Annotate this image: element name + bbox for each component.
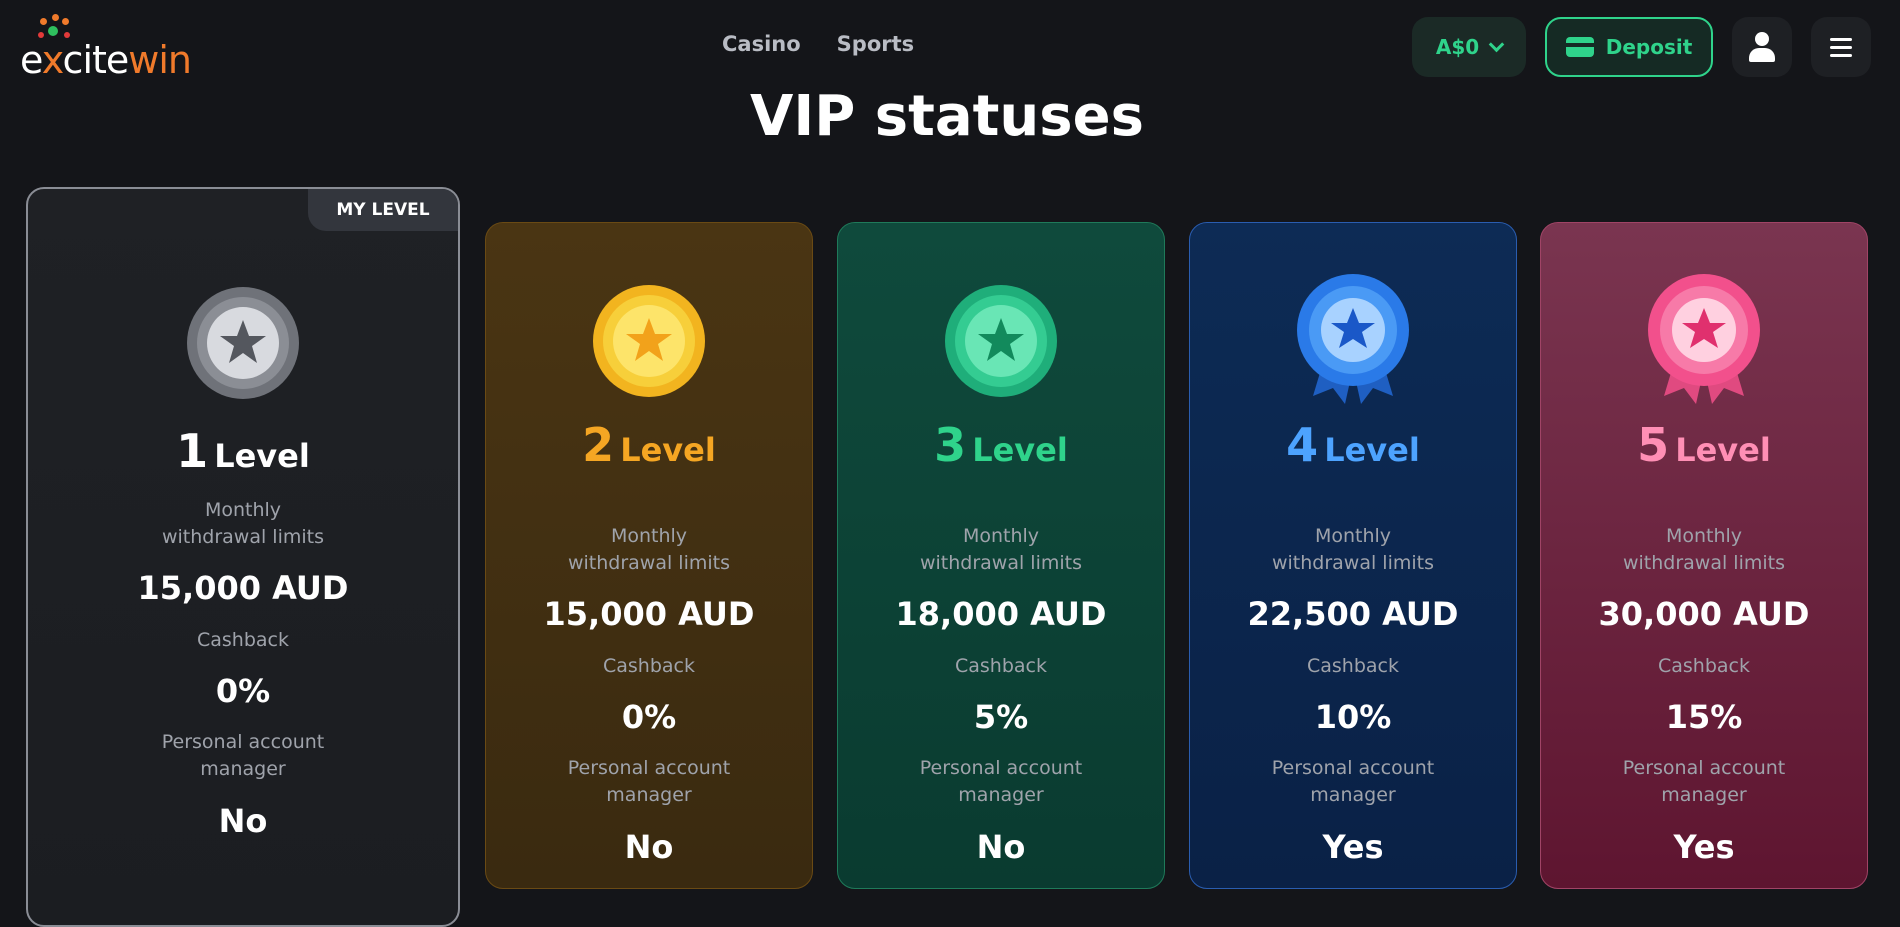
withdrawal-limits-value: 15,000 AUD — [543, 595, 755, 633]
hamburger-menu-button[interactable] — [1811, 17, 1871, 77]
balance-value: A$0 — [1435, 35, 1480, 59]
manager-value: Yes — [1673, 828, 1735, 866]
withdrawal-limits-label: Monthly withdrawal limits — [567, 525, 731, 574]
deposit-button[interactable]: Deposit — [1545, 17, 1713, 77]
my-level-badge: MY LEVEL — [308, 189, 458, 231]
cashback-label: Cashback — [1657, 655, 1750, 677]
blue-ribbon-medal-icon — [1297, 274, 1409, 404]
vip-level-card-1: MY LEVEL 1 Level Monthly withdrawal limit… — [26, 187, 460, 927]
cashback-value: 10% — [1314, 698, 1392, 736]
vip-level-card-4: 4 Level Monthly withdrawal limits 22,500 … — [1189, 222, 1517, 889]
cashback-value: 15% — [1665, 698, 1743, 736]
page-title: VIP statuses — [750, 84, 1144, 149]
manager-value: No — [976, 828, 1026, 866]
green-star-medal-icon — [945, 285, 1057, 397]
manager-label: Personal account manager — [919, 757, 1083, 806]
gold-star-medal-icon — [593, 285, 705, 397]
pink-ribbon-medal-icon — [1648, 274, 1760, 404]
level-title: 4 Level — [1286, 418, 1420, 472]
deposit-label: Deposit — [1605, 35, 1693, 59]
manager-label: Personal account manager — [161, 731, 325, 780]
withdrawal-limits-label: Monthly withdrawal limits — [161, 499, 325, 548]
level-title: 1 Level — [176, 424, 310, 478]
chevron-down-icon — [1488, 36, 1505, 52]
vip-level-card-5: 5 Level Monthly withdrawal limits 30,000 … — [1540, 222, 1868, 889]
main-nav: Casino Sports — [722, 32, 914, 56]
manager-label: Personal account manager — [1622, 757, 1786, 806]
level-title: 2 Level — [582, 418, 716, 472]
nav-sports[interactable]: Sports — [837, 32, 914, 56]
cashback-label: Cashback — [602, 655, 695, 677]
credit-card-icon — [1565, 37, 1594, 57]
nav-casino[interactable]: Casino — [722, 32, 801, 56]
user-icon — [1755, 32, 1769, 46]
cashback-label: Cashback — [954, 655, 1047, 677]
manager-value: No — [218, 802, 268, 840]
manager-value: No — [624, 828, 674, 866]
top-bar: excitewin Casino Sports A$0 Deposit — [0, 0, 1900, 94]
vip-level-card-3: 3 Level Monthly withdrawal limits 18,000 … — [837, 222, 1165, 889]
withdrawal-limits-value: 18,000 AUD — [895, 595, 1107, 633]
manager-label: Personal account manager — [1271, 757, 1435, 806]
menu-icon — [1830, 38, 1852, 41]
level-title: 3 Level — [934, 418, 1068, 472]
withdrawal-limits-label: Monthly withdrawal limits — [919, 525, 1083, 574]
cashback-label: Cashback — [196, 629, 289, 651]
cashback-value: 0% — [621, 698, 677, 736]
cashback-label: Cashback — [1306, 655, 1399, 677]
manager-label: Personal account manager — [567, 757, 731, 806]
level-title: 5 Level — [1637, 418, 1771, 472]
manager-value: Yes — [1322, 828, 1384, 866]
withdrawal-limits-value: 15,000 AUD — [137, 569, 349, 607]
withdrawal-limits-value: 30,000 AUD — [1598, 595, 1810, 633]
cashback-value: 0% — [215, 672, 271, 710]
cashback-value: 5% — [973, 698, 1029, 736]
silver-star-medal-icon — [187, 287, 299, 399]
user-profile-button[interactable] — [1732, 17, 1792, 77]
vip-level-card-2: 2 Level Monthly withdrawal limits 15,000 … — [485, 222, 813, 889]
withdrawal-limits-label: Monthly withdrawal limits — [1622, 525, 1786, 574]
balance-dropdown[interactable]: A$0 — [1412, 17, 1526, 77]
withdrawal-limits-value: 22,500 AUD — [1247, 595, 1459, 633]
withdrawal-limits-label: Monthly withdrawal limits — [1271, 525, 1435, 574]
excitewin-logo[interactable]: excitewin — [20, 14, 220, 84]
